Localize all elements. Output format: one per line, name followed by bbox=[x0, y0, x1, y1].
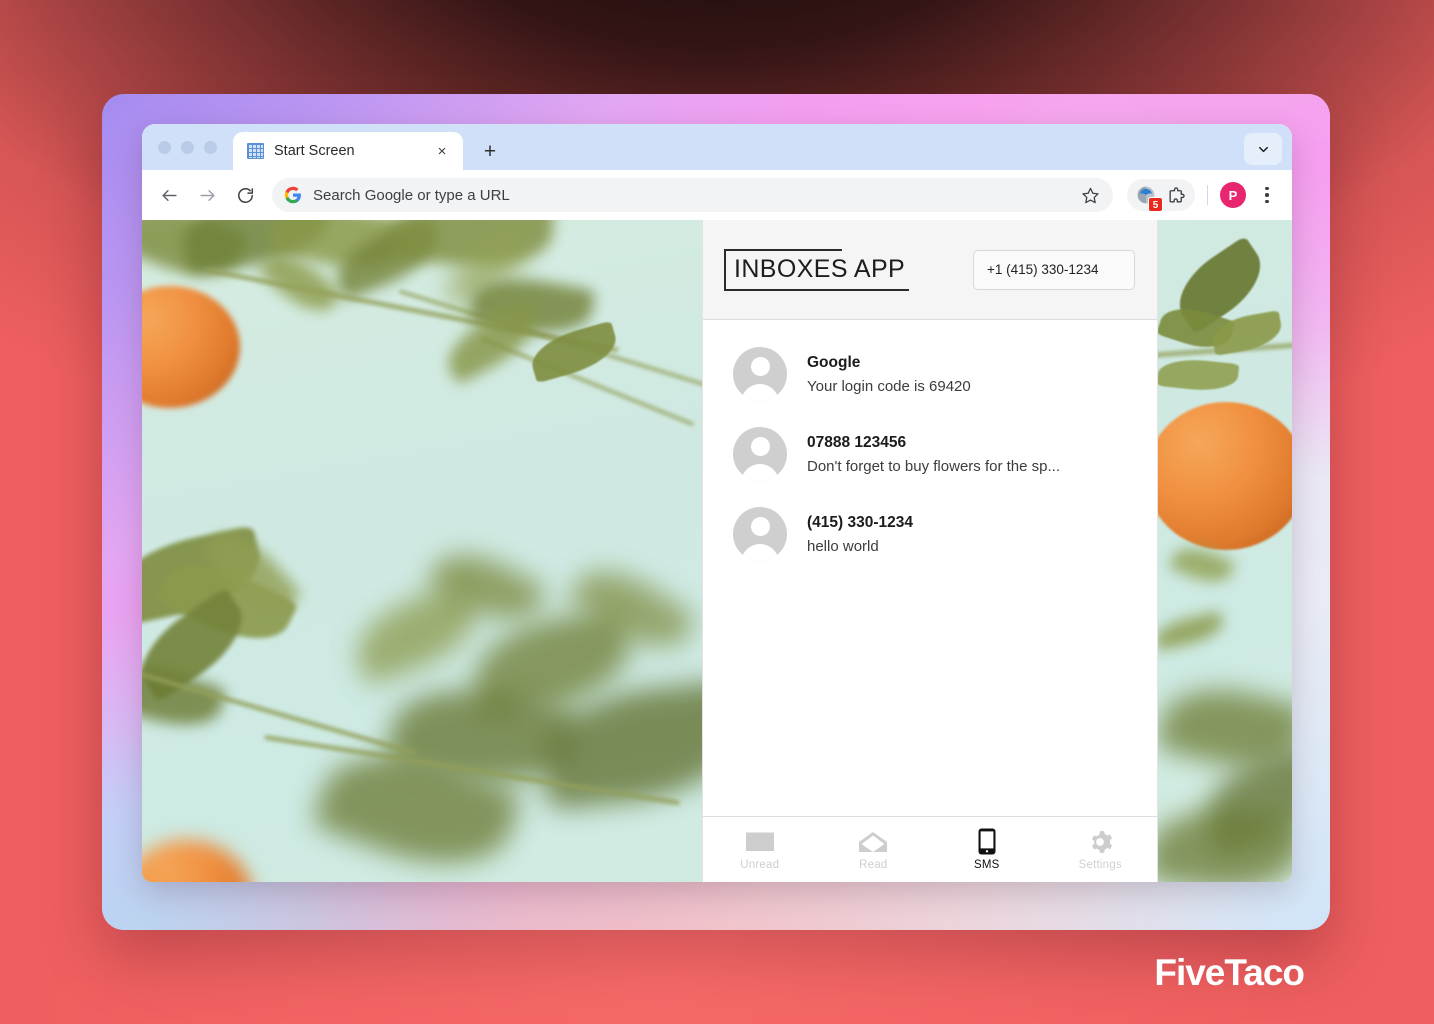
reload-icon bbox=[237, 187, 253, 203]
kebab-dot bbox=[1265, 193, 1269, 197]
back-button[interactable] bbox=[152, 178, 186, 212]
app-logo-text: INBOXES APP bbox=[734, 254, 906, 283]
star-icon bbox=[1081, 187, 1099, 203]
message-sender: (415) 330-1234 bbox=[807, 513, 913, 531]
window-controls bbox=[156, 124, 227, 170]
app-logo: INBOXES APP bbox=[724, 248, 910, 291]
list-item[interactable]: 07888 123456 Don't forget to buy flowers… bbox=[703, 414, 1157, 494]
envelope-closed-icon bbox=[745, 829, 775, 855]
nav-item-settings[interactable]: Settings bbox=[1044, 817, 1158, 882]
browser-tab-strip: Start Screen × + bbox=[142, 124, 1292, 170]
message-list[interactable]: Google Your login code is 69420 07888 12… bbox=[703, 320, 1157, 816]
avatar bbox=[733, 347, 787, 401]
nav-label: Unread bbox=[740, 858, 780, 871]
message-sender: Google bbox=[807, 353, 861, 371]
bookmark-button[interactable] bbox=[1075, 180, 1105, 210]
avatar bbox=[733, 507, 787, 561]
extension-icon-badged[interactable]: 5 bbox=[1132, 181, 1163, 212]
new-tab-button[interactable]: + bbox=[475, 136, 505, 166]
phone-icon bbox=[978, 828, 996, 855]
toolbar-divider bbox=[1207, 185, 1208, 205]
grid-icon bbox=[247, 143, 264, 159]
desktop-background: Start Screen × + Search Google or type a… bbox=[0, 0, 1434, 1024]
phone-number-value: +1 (415) 330-1234 bbox=[987, 262, 1099, 277]
arrow-right-icon bbox=[199, 189, 215, 201]
message-preview: Your login code is 69420 bbox=[807, 377, 971, 395]
nav-item-read[interactable]: Read bbox=[817, 817, 931, 882]
gear-icon bbox=[1087, 829, 1113, 855]
nav-label: SMS bbox=[973, 858, 1000, 871]
app-header: INBOXES APP +1 (415) 330-1234 bbox=[703, 220, 1157, 320]
forward-button[interactable] bbox=[190, 178, 224, 212]
tab-start-screen[interactable]: Start Screen × bbox=[233, 132, 463, 170]
message-sender: 07888 123456 bbox=[807, 433, 907, 451]
list-item[interactable]: (415) 330-1234 hello world bbox=[703, 494, 1157, 574]
inboxes-app-panel: INBOXES APP +1 (415) 330-1234 Google You… bbox=[702, 220, 1158, 882]
address-bar-text: Search Google or type a URL bbox=[313, 186, 510, 204]
puzzle-icon bbox=[1168, 186, 1185, 203]
google-g-icon bbox=[284, 186, 301, 204]
message-body: Google Your login code is 69420 bbox=[807, 354, 1133, 395]
avatar[interactable]: P bbox=[1220, 182, 1246, 208]
page-viewport: INBOXES APP +1 (415) 330-1234 Google You… bbox=[142, 220, 1292, 882]
browser-toolbar: Search Google or type a URL 5 P bbox=[142, 170, 1292, 220]
kebab-dot bbox=[1265, 199, 1269, 204]
envelope-open-icon bbox=[858, 829, 888, 855]
extensions-button[interactable] bbox=[1162, 181, 1190, 209]
chevron-down-icon bbox=[1258, 146, 1268, 152]
fivetaco-watermark: FiveTaco bbox=[1154, 952, 1305, 993]
kebab-dot bbox=[1265, 186, 1269, 191]
list-item[interactable]: Google Your login code is 69420 bbox=[703, 334, 1157, 414]
phone-number-field[interactable]: +1 (415) 330-1234 bbox=[973, 249, 1135, 290]
close-icon[interactable]: × bbox=[431, 140, 453, 162]
tab-search-button[interactable] bbox=[1244, 133, 1282, 165]
nav-label: Settings bbox=[1078, 858, 1122, 871]
window-maximize-button[interactable] bbox=[204, 140, 217, 154]
nav-item-unread[interactable]: Unread bbox=[703, 817, 817, 882]
extensions-group: 5 bbox=[1127, 179, 1195, 212]
nav-label: Read bbox=[859, 858, 888, 871]
message-body: (415) 330-1234 hello world bbox=[807, 514, 1133, 555]
avatar bbox=[733, 427, 787, 481]
tab-title: Start Screen bbox=[274, 143, 355, 159]
window-minimize-button[interactable] bbox=[181, 140, 194, 154]
extension-badge-count: 5 bbox=[1148, 197, 1163, 212]
message-preview: hello world bbox=[807, 537, 879, 555]
browser-menu-button[interactable] bbox=[1254, 182, 1280, 208]
arrow-left-icon bbox=[161, 189, 177, 201]
browser-window: Start Screen × + Search Google or type a… bbox=[142, 124, 1292, 882]
reload-button[interactable] bbox=[228, 178, 262, 212]
message-preview: Don't forget to buy flowers for the sp..… bbox=[807, 457, 1060, 475]
nav-item-sms[interactable]: SMS bbox=[930, 817, 1044, 882]
message-body: 07888 123456 Don't forget to buy flowers… bbox=[807, 434, 1133, 475]
address-bar[interactable]: Search Google or type a URL bbox=[272, 178, 1113, 212]
logo-rule bbox=[724, 248, 726, 291]
window-close-button[interactable] bbox=[158, 140, 171, 154]
bottom-navigation: Unread Read SMS Settings bbox=[703, 816, 1157, 882]
